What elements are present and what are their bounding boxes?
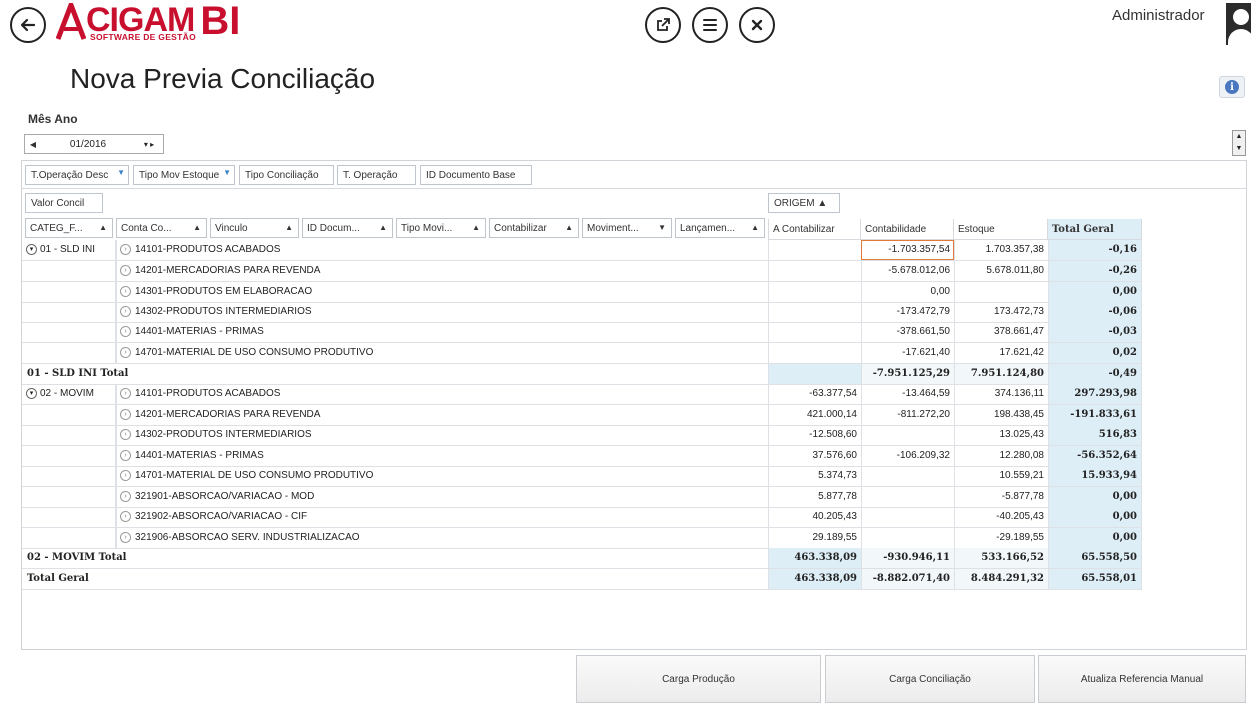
column-field-origem[interactable]: ORIGEM ▲ <box>768 193 840 213</box>
subtotal-row[interactable]: 01 - SLD INI Total -7.951.125,29 7.951.1… <box>22 364 1142 385</box>
table-row[interactable]: › 14401-MATERIAS - PRIMAS -378.661,50 378… <box>22 322 1142 343</box>
atualiza-referencia-button[interactable]: Atualiza Referencia Manual <box>1038 655 1246 703</box>
row-field-categ[interactable]: CATEG_F... ▲ <box>25 218 113 238</box>
table-row[interactable]: › 14701-MATERIAL DE USO CONSUMO PRODUTIVO… <box>22 466 1142 487</box>
expand-icon: › <box>120 286 131 297</box>
filter-label: Mês Ano <box>28 112 78 126</box>
table-row[interactable]: › 14701-MATERIAL DE USO CONSUMO PRODUTIVO… <box>22 343 1142 364</box>
table-row[interactable]: › 321906-ABSORCAO SERV. INDUSTRIALIZACAO … <box>22 528 1142 549</box>
open-external-button[interactable] <box>645 7 681 43</box>
cigam-logo: CIGAM BI SOFTWARE DE GESTÃO <box>55 0 241 45</box>
filter-field-0[interactable]: T.Operação Desc ▼ <box>25 165 129 185</box>
expand-icon: › <box>120 450 131 461</box>
filter-field-3[interactable]: T. Operação <box>337 165 416 185</box>
col-header-estoque: Estoque <box>954 219 1048 240</box>
filter-field-2[interactable]: Tipo Conciliação <box>239 165 334 185</box>
row-field-conta[interactable]: Conta Co... ▲ <box>116 218 207 238</box>
table-row[interactable]: › 14201-MERCADORIAS PARA REVENDA 421.000,… <box>22 405 1142 426</box>
filter-field-4[interactable]: ID Documento Base <box>420 165 532 185</box>
table-row[interactable]: › 321901-ABSORCAO/VARIACAO - MOD 5.877,78… <box>22 487 1142 508</box>
expand-icon: › <box>120 326 131 337</box>
expand-icon: › <box>120 429 131 440</box>
expand-icon: › <box>120 470 131 481</box>
table-row[interactable]: › 14302-PRODUTOS INTERMEDIARIOS -12.508,6… <box>22 425 1142 446</box>
grand-total-row[interactable]: Total Geral 463.338,09 -8.882.071,40 8.4… <box>22 569 1142 590</box>
avatar[interactable] <box>1226 3 1251 45</box>
back-button[interactable] <box>10 7 46 43</box>
row-field-lancamento[interactable]: Lançamen... ▲ <box>675 218 765 238</box>
dropdown-next-icon[interactable]: ▾ ▸ <box>135 140 163 149</box>
close-button[interactable] <box>739 7 775 43</box>
expand-icon: › <box>120 347 131 358</box>
filter-icon: ▼ <box>223 168 231 177</box>
period-selector[interactable]: ◀ 01/2016 ▾ ▸ <box>24 134 164 154</box>
expand-icon: › <box>120 265 131 276</box>
menu-icon <box>703 19 717 31</box>
table-row[interactable]: › 14302-PRODUTOS INTERMEDIARIOS -173.472,… <box>22 302 1142 323</box>
table-row[interactable]: › 14101-PRODUTOS ACABADOS -1.703.357,54 1… <box>22 240 1142 261</box>
expand-icon: › <box>120 532 131 543</box>
carga-conciliacao-button[interactable]: Carga Conciliação <box>825 655 1035 703</box>
col-header-contabilidade: Contabilidade <box>861 219 954 240</box>
page-title: Nova Previa Conciliação <box>70 63 376 94</box>
row-field-movimento[interactable]: Moviment... ▼ <box>582 218 672 238</box>
back-arrow-icon <box>20 18 36 32</box>
data-field[interactable]: Valor Concil <box>25 193 103 213</box>
expand-icon: › <box>120 306 131 317</box>
row-field-contabilizar[interactable]: Contabilizar ▲ <box>489 218 579 238</box>
logo-mark-icon <box>55 0 87 41</box>
subtotal-row[interactable]: 02 - MOVIM Total 463.338,09 -930.946,11 … <box>22 548 1142 569</box>
selected-cell: -1.703.357,54 <box>861 240 954 260</box>
info-button[interactable]: i <box>1219 76 1245 98</box>
carga-producao-button[interactable]: Carga Produção <box>576 655 821 703</box>
expand-icon: › <box>120 409 131 420</box>
filter-icon: ▼ <box>117 168 125 177</box>
table-row[interactable]: › 14101-PRODUTOS ACABADOS -63.377,54 -13.… <box>22 384 1142 405</box>
row-field-vinculo[interactable]: Vinculo ▲ <box>210 218 299 238</box>
row-field-id-documento[interactable]: ID Docum... ▲ <box>302 218 393 238</box>
expand-icon: › <box>120 491 131 502</box>
external-link-icon <box>657 18 670 31</box>
col-header-a-contabilizar: A Contabilizar <box>768 219 861 240</box>
user-name[interactable]: Administrador <box>1112 7 1205 24</box>
scroll-spinner[interactable]: ▲ ▼ <box>1232 130 1246 156</box>
expand-icon: › <box>120 511 131 522</box>
info-icon: i <box>1225 80 1239 94</box>
table-row[interactable]: › 14301-PRODUTOS EM ELABORACAO 0,00 0,00 <box>22 282 1142 303</box>
logo-bi: BI <box>200 0 241 43</box>
expand-icon: › <box>120 244 131 255</box>
logo-subtitle: SOFTWARE DE GESTÃO <box>90 32 196 42</box>
table-row[interactable]: › 14401-MATERIAS - PRIMAS 37.576,60 -106.… <box>22 446 1142 467</box>
period-value: 01/2016 <box>69 138 107 150</box>
close-icon <box>751 19 763 31</box>
prev-icon[interactable]: ◀ <box>25 140 41 149</box>
menu-button[interactable] <box>692 7 728 43</box>
row-field-tipo-movimento[interactable]: Tipo Movi... ▲ <box>396 218 486 238</box>
expand-icon: › <box>120 388 131 399</box>
table-row[interactable]: › 14201-MERCADORIAS PARA REVENDA -5.678.0… <box>22 261 1142 282</box>
table-row[interactable]: › 321902-ABSORCAO/VARIACAO - CIF 40.205,4… <box>22 507 1142 528</box>
col-header-total-geral: Total Geral <box>1048 219 1142 240</box>
filter-field-1[interactable]: Tipo Mov Estoque ▼ <box>133 165 235 185</box>
pivot-filter-area: T.Operação Desc ▼ Tipo Mov Estoque ▼ Tipo … <box>22 161 1246 189</box>
